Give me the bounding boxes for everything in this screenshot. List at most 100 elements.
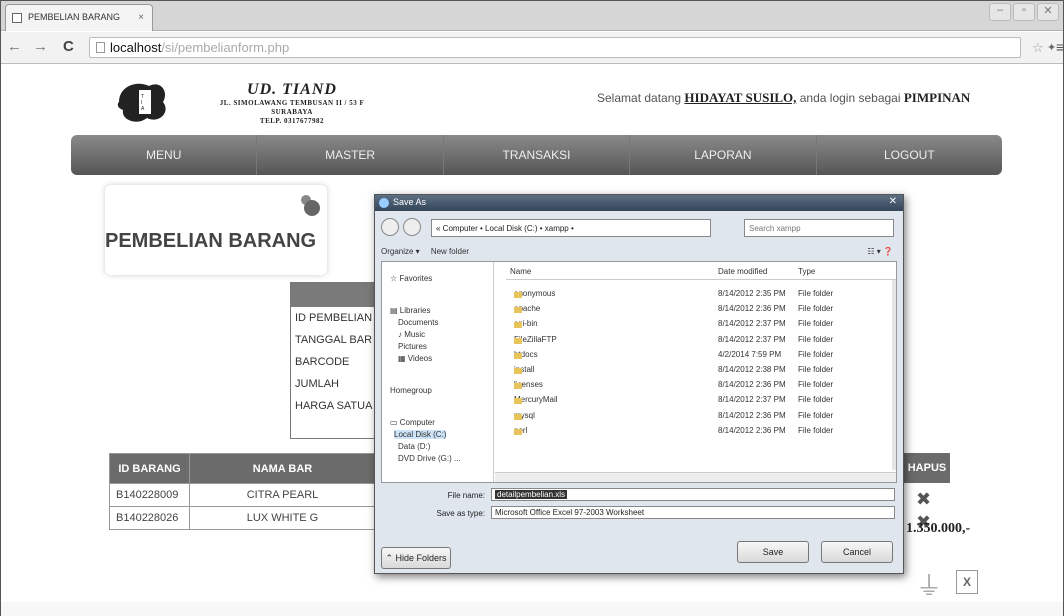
bookmark-star-icon[interactable]: ☆ bbox=[1032, 40, 1044, 56]
cell-id: B140228026 bbox=[109, 506, 190, 530]
total-amount: 1.350.000,- bbox=[906, 521, 971, 536]
search-input[interactable]: Search xampp bbox=[744, 219, 894, 237]
back-icon[interactable] bbox=[381, 218, 399, 236]
file-name: MercuryMail bbox=[514, 395, 558, 405]
address-bar[interactable]: localhost/si/pembelianform.php bbox=[89, 37, 1021, 58]
dialog-nav: « Computer • Local Disk (C:) • xampp • S… bbox=[381, 218, 899, 240]
nav-laporan[interactable]: LAPORAN bbox=[630, 135, 817, 175]
maximize-icon[interactable]: ▫ bbox=[1013, 3, 1035, 21]
close-tab-icon[interactable]: × bbox=[138, 12, 144, 23]
address-line-3: TELP. 0317677982 bbox=[259, 117, 325, 125]
file-type: File folder bbox=[798, 395, 834, 405]
file-row[interactable]: MercuryMail 8/14/2012 2:37 PM File folder bbox=[506, 392, 896, 407]
window-controls: – ▫ ✕ bbox=[989, 3, 1059, 21]
new-folder-button[interactable]: New folder bbox=[431, 247, 469, 256]
horizontal-scrollbar[interactable] bbox=[495, 472, 896, 482]
file-row[interactable]: cgi-bin 8/14/2012 2:37 PM File folder bbox=[506, 316, 896, 331]
folder-icon bbox=[514, 428, 522, 435]
nav-videos[interactable]: ▦ Videos bbox=[398, 354, 432, 363]
address-line-2: SURABAYA bbox=[271, 108, 313, 116]
address-line-1: JL. SIMOLAWANG TEMBUSAN II / 53 F bbox=[219, 99, 365, 107]
file-row[interactable]: mysql 8/14/2012 2:36 PM File folder bbox=[506, 408, 896, 423]
organize-button[interactable]: Organize ▾ bbox=[381, 247, 420, 256]
nav-transaksi[interactable]: TRANSAKSI bbox=[444, 135, 631, 175]
extension-icon[interactable]: ✦ bbox=[1047, 41, 1056, 54]
file-date: 4/2/2014 7:59 PM bbox=[718, 349, 782, 359]
minimize-icon[interactable]: – bbox=[989, 3, 1011, 21]
file-name: cgi-bin bbox=[514, 319, 538, 329]
page-title: PEMBELIAN BARANG bbox=[105, 230, 317, 252]
nav-data-drive[interactable]: Data (D:) bbox=[398, 442, 430, 451]
path-breadcrumb[interactable]: « Computer • Local Disk (C:) • xampp • bbox=[431, 219, 711, 237]
nav-music[interactable]: ♪ Music bbox=[398, 330, 425, 339]
nav-master[interactable]: MASTER bbox=[257, 135, 444, 175]
nav-pictures[interactable]: Pictures bbox=[398, 342, 427, 351]
nav-libraries[interactable]: ▤ Libraries bbox=[390, 306, 430, 315]
nav-favorites[interactable]: ☆ Favorites bbox=[390, 274, 432, 283]
vertical-scrollbar[interactable] bbox=[892, 280, 896, 470]
cell-nama: CITRA PEARL bbox=[189, 483, 376, 507]
file-row[interactable]: FileZillaFTP 8/14/2012 2:37 PM File folder bbox=[506, 332, 896, 347]
file-name: perl bbox=[514, 426, 527, 435]
file-row[interactable]: anonymous 8/14/2012 2:35 PM File folder bbox=[506, 286, 896, 301]
dialog-titlebar: Save As ✕ bbox=[375, 195, 903, 211]
browser-tab[interactable]: PEMBELIAN BARANG × bbox=[5, 4, 153, 31]
file-browser: ☆ Favorites ▤ Libraries Documents ♪ Musi… bbox=[381, 261, 897, 483]
col-date-modified[interactable]: Date modified bbox=[718, 267, 767, 276]
file-name: apache bbox=[514, 304, 540, 314]
nav-local-disk[interactable]: Local Disk (C:) bbox=[394, 430, 447, 439]
delete-icon[interactable]: ✖ bbox=[916, 490, 938, 508]
file-name: install bbox=[514, 365, 534, 374]
file-name-input[interactable]: detailpembelian.xls bbox=[491, 488, 895, 501]
file-row[interactable]: licenses 8/14/2012 2:36 PM File folder bbox=[506, 377, 896, 392]
file-type: File folder bbox=[798, 334, 834, 344]
table-row: B140228026 LUX WHITE G bbox=[109, 506, 376, 530]
save-button[interactable]: Save bbox=[737, 541, 809, 563]
file-name: anonymous bbox=[514, 289, 555, 298]
dialog-toolbar: Organize ▾ New folder ☷ ▾ ❓ bbox=[381, 247, 899, 256]
file-row[interactable]: htdocs 4/2/2014 7:59 PM File folder bbox=[506, 347, 896, 362]
file-date: 8/14/2012 2:37 PM bbox=[718, 319, 786, 329]
menu-icon[interactable]: ≡ bbox=[1056, 39, 1064, 55]
toolbar: ← → C localhost/si/pembelianform.php ☆ ✦… bbox=[1, 32, 1064, 64]
excel-icon[interactable]: X bbox=[956, 570, 979, 594]
nav-computer[interactable]: ▭ Computer bbox=[390, 418, 435, 427]
save-type-select[interactable]: Microsoft Office Excel 97-2003 Worksheet bbox=[491, 506, 895, 519]
col-name[interactable]: Name bbox=[510, 267, 531, 276]
cancel-button[interactable]: Cancel bbox=[821, 541, 893, 563]
nav-logout[interactable]: LOGOUT bbox=[817, 135, 1002, 175]
hide-folders-button[interactable]: ⌃ Hide Folders bbox=[381, 547, 451, 569]
file-name: mysql bbox=[514, 411, 535, 420]
forward-icon[interactable] bbox=[403, 218, 421, 236]
view-options-icon[interactable]: ☷ ▾ ❓ bbox=[867, 247, 893, 256]
back-arrow-icon[interactable]: ← bbox=[7, 39, 22, 55]
col-id-barang: ID BARANG bbox=[109, 453, 190, 484]
page-icon bbox=[96, 42, 105, 53]
file-row[interactable]: apache 8/14/2012 2:36 PM File folder bbox=[506, 301, 896, 316]
user-name-link[interactable]: HIDAYAT SUSILO, bbox=[684, 90, 796, 105]
dialog-close-icon[interactable]: ✕ bbox=[889, 196, 897, 207]
company-logo-icon: TIA bbox=[117, 83, 166, 122]
file-type: File folder bbox=[798, 380, 834, 390]
col-hapus: HAPUS bbox=[904, 453, 950, 483]
nav-dvd-drive[interactable]: DVD Drive (G:) ... bbox=[398, 454, 461, 463]
pdf-icon[interactable]: ⏚ bbox=[916, 566, 942, 603]
nav-documents[interactable]: Documents bbox=[398, 318, 438, 327]
file-type: File folder bbox=[798, 349, 834, 359]
welcome-prefix: Selamat datang bbox=[597, 91, 682, 105]
close-window-icon[interactable]: ✕ bbox=[1037, 3, 1059, 21]
file-type: File folder bbox=[798, 365, 834, 374]
dialog-app-icon bbox=[379, 198, 389, 208]
file-row[interactable]: perl 8/14/2012 2:36 PM File folder bbox=[506, 423, 896, 438]
page-favicon-icon bbox=[12, 13, 22, 23]
forward-arrow-icon[interactable]: → bbox=[33, 39, 48, 55]
url-path: /si/pembelianform.php bbox=[161, 40, 290, 55]
nav-homegroup[interactable]: Homegroup bbox=[390, 386, 432, 395]
table-row: B140228009 CITRA PEARL bbox=[109, 483, 376, 507]
file-row[interactable]: install 8/14/2012 2:38 PM File folder bbox=[506, 362, 896, 377]
reload-icon[interactable]: C bbox=[63, 39, 74, 55]
nav-menu[interactable]: MENU bbox=[71, 135, 258, 175]
save-type-label: Save as type: bbox=[436, 509, 485, 518]
col-type[interactable]: Type bbox=[798, 267, 815, 276]
file-date: 8/14/2012 2:36 PM bbox=[718, 410, 786, 420]
